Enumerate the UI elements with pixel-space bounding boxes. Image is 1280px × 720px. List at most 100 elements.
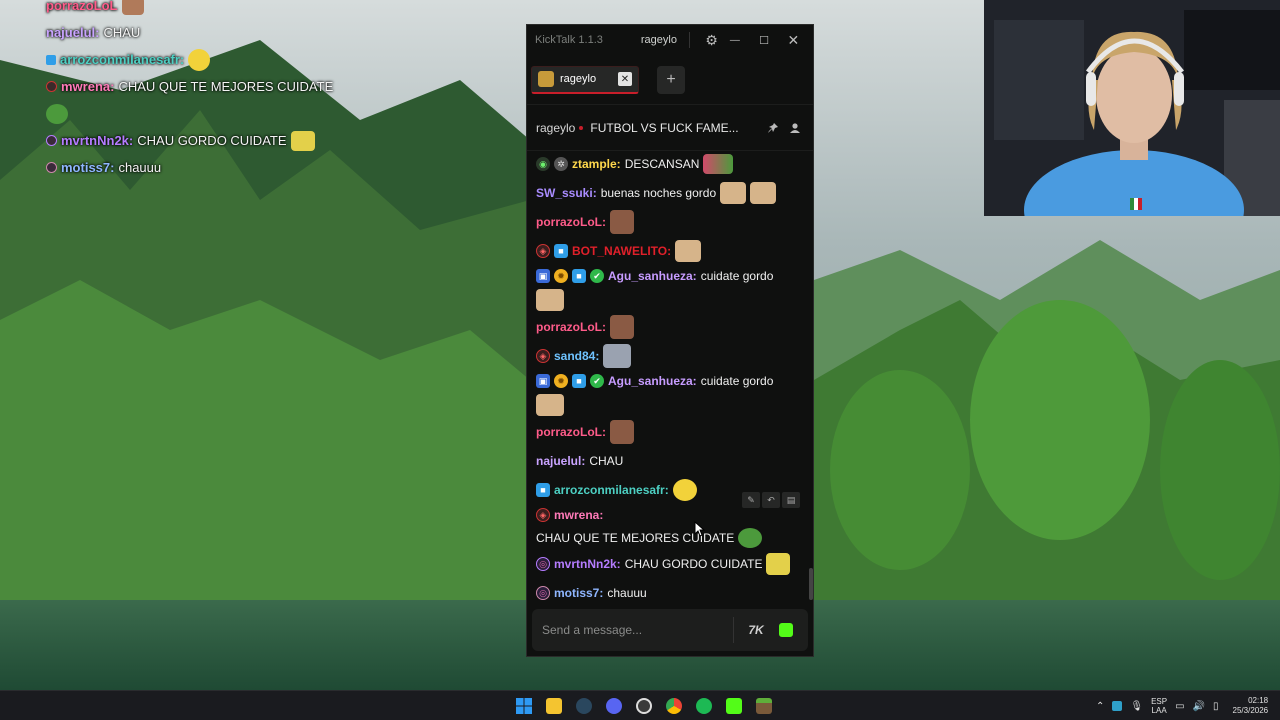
window-titlebar[interactable]: KickTalk 1.1.3 rageylo ⚙ — ☐ ✕ bbox=[527, 25, 813, 55]
battery-icon[interactable]: ▯ bbox=[1213, 701, 1219, 712]
chat-text: cuidate gordo bbox=[700, 374, 774, 388]
tab-close-icon[interactable]: ✕ bbox=[618, 72, 632, 86]
windows-start-icon[interactable] bbox=[511, 694, 537, 718]
chrome-icon[interactable] bbox=[661, 694, 687, 718]
chat-scrollbar[interactable] bbox=[809, 568, 813, 600]
chat-message[interactable]: najuelul: CHAU bbox=[536, 448, 804, 474]
chat-message[interactable]: ▣ ✹ ■ ✔ Agu_sanhueza: cuidate gordo bbox=[536, 372, 804, 416]
overlay-chat-line bbox=[46, 100, 406, 127]
chat-message[interactable]: SW_ssuki: buenas noches gordo bbox=[536, 180, 804, 206]
network-app-icon[interactable] bbox=[1112, 701, 1123, 711]
windows-taskbar: ⌃ 🎙 ESP LAA ▭ 🔊 ▯ 02:18 25/3/2026 bbox=[0, 690, 1280, 720]
chat-text: chauuu bbox=[607, 586, 647, 600]
webcam-feed bbox=[984, 0, 1280, 216]
chat-username[interactable]: BOT_NAWELITO: bbox=[572, 242, 671, 260]
sub-badge-icon: ◎ bbox=[536, 557, 550, 571]
close-window-button[interactable]: ✕ bbox=[782, 28, 805, 52]
microphone-icon[interactable]: 🎙 bbox=[1130, 701, 1143, 712]
chat-message[interactable]: ◈ sand84: bbox=[536, 343, 804, 369]
user-icon[interactable] bbox=[786, 119, 804, 137]
mouse-cursor-icon bbox=[694, 521, 706, 537]
cube-badge-icon: ■ bbox=[536, 483, 550, 497]
chat-text: CHAU bbox=[589, 454, 624, 468]
channel-tabs: rageylo ✕ + bbox=[527, 55, 813, 105]
chat-username[interactable]: Agu_sanhueza: bbox=[608, 267, 697, 285]
emote-picker-icon[interactable] bbox=[774, 618, 798, 642]
current-user[interactable]: rageylo bbox=[641, 34, 677, 46]
chat-username[interactable]: sand84: bbox=[554, 347, 599, 365]
chat-username[interactable]: porrazoLoL: bbox=[536, 318, 606, 336]
spotify-icon[interactable] bbox=[691, 694, 717, 718]
sun-badge-icon: ✹ bbox=[554, 269, 568, 283]
chat-message[interactable]: porrazoLoL: bbox=[536, 314, 804, 340]
overlay-chat-line: arrozconmilanesafr: bbox=[46, 46, 406, 73]
language-indicator[interactable]: ESP LAA bbox=[1151, 697, 1167, 715]
pin-message-icon[interactable]: ✎ bbox=[742, 492, 760, 508]
overlay-message: CHAU GORDO CUIDATE bbox=[137, 133, 287, 148]
tab-rageylo[interactable]: rageylo ✕ bbox=[531, 65, 639, 94]
chat-text: buenas noches gordo bbox=[600, 186, 717, 200]
kick-emote-icon[interactable]: 7K bbox=[744, 618, 768, 642]
maximize-button[interactable]: ☐ bbox=[752, 28, 775, 52]
chat-username[interactable]: Agu_sanhueza: bbox=[608, 372, 697, 390]
chat-username[interactable]: porrazoLoL: bbox=[536, 423, 606, 441]
chat-username[interactable]: najuelul: bbox=[536, 452, 585, 470]
gift-badge-icon: ▣ bbox=[536, 269, 550, 283]
discord-icon[interactable] bbox=[601, 694, 627, 718]
chat-username[interactable]: arrozconmilanesafr: bbox=[554, 481, 669, 499]
stream-title: FUTBOL VS FUCK FAME... bbox=[590, 120, 739, 135]
chat-message[interactable]: porrazoLoL: bbox=[536, 419, 804, 445]
sub-badge-icon: ◈ bbox=[536, 349, 550, 363]
chat-username[interactable]: mwrena: bbox=[554, 506, 603, 524]
overlay-username: najuelul: bbox=[46, 25, 100, 40]
overlay-chat-line: mvrtnNn2k: CHAU GORDO CUIDATE bbox=[46, 127, 406, 154]
chevron-up-icon[interactable]: ⌃ bbox=[1096, 701, 1104, 712]
add-tab-button[interactable]: + bbox=[657, 65, 685, 94]
kicktalk-window: KickTalk 1.1.3 rageylo ⚙ — ☐ ✕ rageylo ✕… bbox=[526, 24, 814, 657]
chat-message[interactable]: ◈ mwrena: CHAU QUE TE MEJORES CUIDATE bbox=[536, 506, 804, 548]
monitor-icon[interactable]: ▭ bbox=[1175, 701, 1184, 712]
volume-icon[interactable]: 🔊 bbox=[1193, 701, 1205, 712]
minecraft-icon[interactable] bbox=[751, 694, 777, 718]
chat-username[interactable]: ztample: bbox=[572, 155, 621, 173]
chat-message[interactable]: ◎ mvrtnNn2k: CHAU GORDO CUIDATE bbox=[536, 551, 804, 577]
copy-icon[interactable]: ▤ bbox=[782, 492, 800, 508]
chat-username[interactable]: mvrtnNn2k: bbox=[554, 555, 621, 573]
reply-icon[interactable]: ↶ bbox=[762, 492, 780, 508]
chat-username[interactable]: SW_ssuki: bbox=[536, 184, 597, 202]
verified-badge-icon: ✔ bbox=[590, 269, 604, 283]
clock-time: 02:18 bbox=[1248, 696, 1269, 705]
input-divider bbox=[733, 617, 734, 643]
chat-message[interactable]: ◉ ✲ ztample: DESCANSAN bbox=[536, 151, 804, 177]
chat-message[interactable]: ◎ motiss7: chauuu bbox=[536, 580, 804, 603]
chat-message[interactable]: ◈ ■ BOT_NAWELITO: bbox=[536, 238, 804, 264]
chat-message[interactable]: porrazoLoL: bbox=[536, 209, 804, 235]
sub-badge-icon bbox=[46, 162, 57, 173]
chat-username[interactable]: motiss7: bbox=[554, 584, 603, 602]
message-actions: ✎ ↶ ▤ bbox=[742, 492, 800, 508]
emote-image bbox=[610, 210, 634, 234]
sub-badge-icon: ◈ bbox=[536, 244, 550, 258]
chat-messages[interactable]: ◉ ✲ ztample: DESCANSAN SW_ssuki: buenas … bbox=[527, 151, 813, 603]
streamer-name[interactable]: rageylo bbox=[536, 121, 575, 135]
settings-gear-icon[interactable]: ⚙ bbox=[700, 28, 723, 52]
chat-text: cuidate gordo bbox=[700, 269, 774, 283]
clock-date: 25/3/2026 bbox=[1232, 706, 1269, 715]
overlay-username: mvrtnNn2k: bbox=[61, 133, 134, 148]
channel-avatar-icon bbox=[538, 71, 554, 87]
overlay-message: CHAU bbox=[103, 25, 141, 40]
emote-image bbox=[610, 315, 634, 339]
emote-image bbox=[188, 48, 211, 71]
emote-image bbox=[750, 182, 777, 204]
minimize-button[interactable]: — bbox=[723, 28, 746, 52]
message-input[interactable] bbox=[542, 623, 733, 637]
obs-icon[interactable] bbox=[631, 694, 657, 718]
steam-icon[interactable] bbox=[571, 694, 597, 718]
chat-username[interactable]: porrazoLoL: bbox=[536, 213, 606, 231]
chat-message[interactable]: ▣ ✹ ■ ✔ Agu_sanhueza: cuidate gordo bbox=[536, 267, 804, 311]
system-clock[interactable]: 02:18 25/3/2026 bbox=[1233, 696, 1269, 716]
pin-icon[interactable] bbox=[764, 119, 782, 137]
file-explorer-icon[interactable] bbox=[541, 694, 567, 718]
emote-image bbox=[121, 0, 144, 15]
kicktalk-icon[interactable] bbox=[721, 694, 747, 718]
